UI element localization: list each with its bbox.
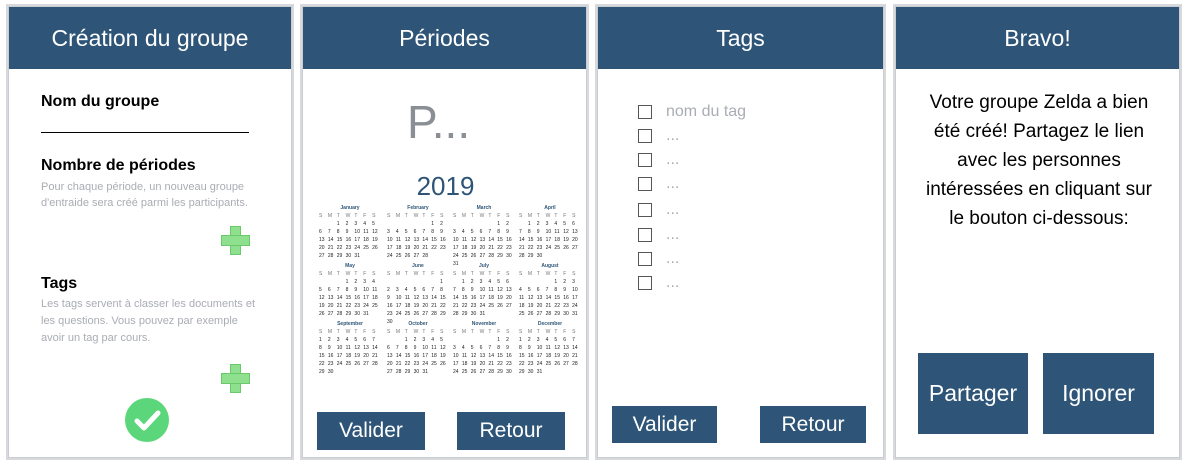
month-days-grid: S M T W T F S 1 2 3 4 5 6 7 8 9 10 11 12 13 14 15 16 17 18 19 20 21… [453,213,512,267]
calendar-month[interactable]: December S M T W T F S 1 2 3 4 5 6 7 8 9 10 11 12 13 14 15 16 17… [519,321,581,375]
tag-row[interactable]: nom du tag [638,103,746,121]
panel-header: Création du groupe [9,7,291,69]
month-name: April [544,205,556,211]
calendar-month[interactable]: April S M T W T F S 1 2 3 4 5 6 7 8 9 10 11 12 13 14 15 16 17 18 1… [519,205,581,259]
tag-checkbox[interactable] [638,228,652,242]
tag-row[interactable]: ... [638,274,679,292]
panel-success: Bravo! Votre groupe Zelda a bien été cré… [895,6,1180,458]
month-name: March [476,205,492,211]
month-name: November [471,321,497,327]
group-name-label: Nom du groupe [41,93,160,110]
tag-checkbox[interactable] [638,252,652,266]
month-days-grid: S M T W T F S 1 2 3 4 5 6 7 8 9 10 11 12 13 14 15 16 17 18 19 20 21… [519,271,578,317]
tag-label: ... [666,127,680,144]
back-button[interactable]: Retour [457,412,565,450]
month-name: August [541,263,559,269]
month-days-grid: S M T W T F S 1 2 3 4 5 6 7 8 9 10 11 12 13 14 15 16 17 18 19 20 21… [387,213,446,259]
period-name-placeholder[interactable]: P... [407,95,470,149]
plus-icon[interactable] [221,364,250,393]
panel-header: Périodes [303,7,586,69]
validate-label: Valider [632,412,697,436]
tag-row[interactable]: ... [638,201,679,219]
panel-title: Bravo! [1004,24,1071,51]
tag-label: nom du tag [666,103,747,120]
month-name: September [337,321,363,327]
tag-row[interactable]: ... [638,151,679,169]
tag-label: ... [666,175,680,192]
plus-icon[interactable] [221,226,250,255]
periods-help: Pour chaque période, un nouveau groupe d… [41,181,248,209]
month-days-grid: S M T W T F S 1 2 3 4 5 6 7 8 9 10 11 12 13 14 15 16 17 18 19 20 21… [453,271,512,317]
tag-checkbox[interactable] [638,129,652,143]
success-message: Votre groupe Zelda a bien été créé! Part… [925,92,1152,229]
panel-header: Bravo! [896,7,1179,69]
panel-title: Tags [716,24,765,51]
month-name: May [345,263,355,269]
month-name: July [478,263,489,269]
ignore-button[interactable]: Ignorer [1043,353,1154,434]
month-name: February [407,205,429,211]
month-days-grid: S M T W T F S 1 2 3 4 5 6 7 8 9 10 11 12 13 14 15 16 17 18 19 20 21… [387,329,446,375]
panel-tags: Tags nom du tag..................... Val… [597,6,884,458]
periods-label: Nombre de périodes [41,157,196,174]
month-days-grid: S M T W T F S 1 2 3 4 5 6 7 8 9 10 11 12 13 14 15 16 17 18 19 20 21… [319,271,378,317]
tag-row[interactable]: ... [638,226,679,244]
calendar-month[interactable]: July S M T W T F S 1 2 3 4 5 6 7 8 9 10 11 12 13 14 15 16 17 18 19… [453,263,515,317]
calendar-month[interactable]: October S M T W T F S 1 2 3 4 5 6 7 8 9 10 11 12 13 14 15 16 17 1… [387,321,449,375]
month-days-grid: S M T W T F S 1 2 3 4 5 6 7 8 9 10 11 12 13 14 15 16 17 18 19 20 21… [453,329,512,375]
tag-label: ... [666,151,680,168]
tag-label: ... [666,226,680,243]
panel-title: Création du groupe [51,24,249,51]
tag-row[interactable]: ... [638,175,679,193]
tag-label: ... [666,201,680,218]
tag-row[interactable]: ... [638,127,679,145]
tags-label: Tags [41,275,78,292]
back-label: Retour [479,419,543,442]
calendar-month[interactable]: August S M T W T F S 1 2 3 4 5 6 7 8 9 10 11 12 13 14 15 16 17 18… [519,263,581,317]
calendar-year: 2019 [416,171,475,201]
month-days-grid: S M T W T F S 1 2 3 4 5 6 7 8 9 10 11 12 13 14 15 16 17 18 19 20 21… [319,213,378,259]
checkmark-icon[interactable] [125,398,169,442]
tag-checkbox[interactable] [638,105,652,119]
tag-label: ... [666,274,680,291]
month-name: June [412,263,424,269]
calendar-month[interactable]: November S M T W T F S 1 2 3 4 5 6 7 8 9 10 11 12 13 14 15 16 17… [453,321,515,375]
panel-header: Tags [598,7,883,69]
calendar-month[interactable]: February S M T W T F S 1 2 3 4 5 6 7 8 9 10 11 12 13 14 15 16 17… [387,205,449,259]
month-days-grid: S M T W T F S 1 2 3 4 5 6 7 8 9 10 11 12 13 14 15 16 17 18 19 20 21… [319,329,378,375]
validate-button[interactable]: Valider [317,412,425,450]
panel-title: Périodes [399,24,490,51]
tag-checkbox[interactable] [638,276,652,290]
month-name: October [408,321,428,327]
back-label: Retour [781,412,845,436]
share-label: Partager [928,380,1018,406]
calendar-month[interactable]: May S M T W T F S 1 2 3 4 5 6 7 8 9 10 11 12 13 14 15 16 17 18 19 2… [319,263,381,317]
month-name: January [340,205,360,211]
tag-row[interactable]: ... [638,250,679,268]
calendar-month[interactable]: March S M T W T F S 1 2 3 4 5 6 7 8 9 10 11 12 13 14 15 16 17 18 1… [453,205,515,267]
back-button[interactable]: Retour [760,406,866,443]
calendar[interactable]: January S M T W T F S 1 2 3 4 5 6 7 8 9 10 11 12 13 14 15 16 17 1… [319,205,581,385]
month-days-grid: S M T W T F S 1 2 3 4 5 6 7 8 9 10 11 12 13 14 15 16 17 18 19 20 21… [519,213,578,259]
calendar-month[interactable]: September S M T W T F S 1 2 3 4 5 6 7 8 9 10 11 12 13 14 15 16 1… [319,321,381,375]
tag-checkbox[interactable] [638,177,652,191]
month-name: December [537,321,563,327]
validate-label: Valider [339,419,403,442]
share-button[interactable]: Partager [918,353,1028,434]
panel-periods: Périodes P... 2019 January S M T W T F S 1 2 3 4 5 6 7… [302,6,587,458]
month-days-grid: S M T W T F S 1 2 3 4 5 6 7 8 9 10 11 12 13 14 15 16 17 18 19 20 21… [519,329,578,375]
tag-label: ... [666,250,680,267]
tag-checkbox[interactable] [638,153,652,167]
tag-checkbox[interactable] [638,203,652,217]
group-name-field[interactable] [41,131,249,133]
calendar-month[interactable]: January S M T W T F S 1 2 3 4 5 6 7 8 9 10 11 12 13 14 15 16 17 1… [319,205,381,259]
tags-help: Les tags servent à classer les documents… [41,298,255,344]
ignore-label: Ignorer [1062,380,1135,406]
month-days-grid: S M T W T F S 1 2 3 4 5 6 7 8 9 10 11 12 13 14 15 16 17 18 19 20 21… [387,271,446,325]
calendar-month[interactable]: June S M T W T F S 1 2 3 4 5 6 7 8 9 10 11 12 13 14 15 16 17 18 19… [387,263,449,325]
panel-group-creation: Création du groupe Nom du groupe Nombre … [8,6,292,458]
validate-button[interactable]: Valider [612,406,717,443]
